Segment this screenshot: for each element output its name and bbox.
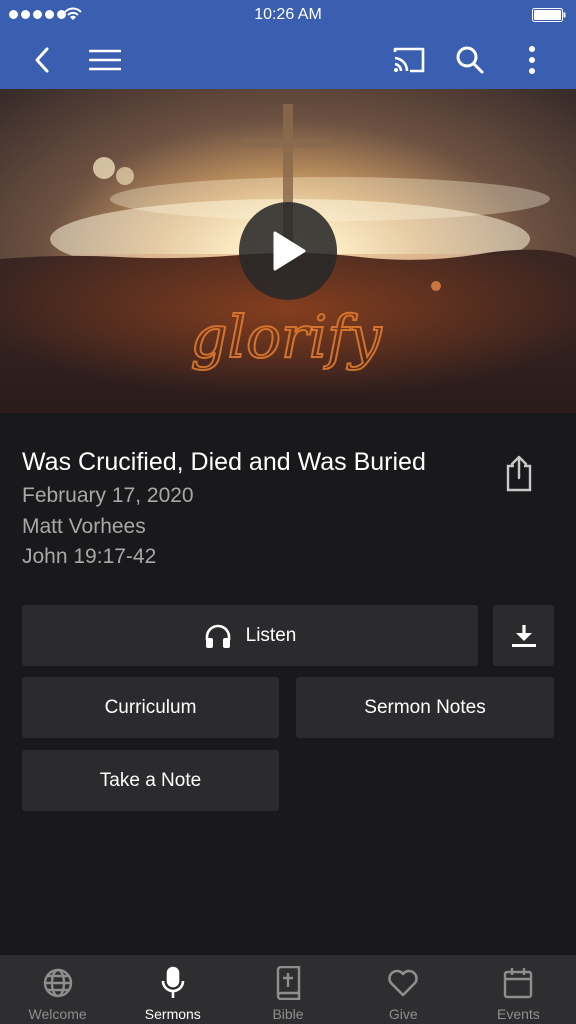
hero-script-text: glorify bbox=[190, 303, 382, 371]
tab-sermons[interactable]: Sermons bbox=[115, 955, 230, 1024]
globe-icon bbox=[42, 965, 74, 1001]
take-a-note-button[interactable]: Take a Note bbox=[22, 750, 279, 811]
menu-icon[interactable] bbox=[87, 42, 123, 78]
curriculum-button[interactable]: Curriculum bbox=[22, 677, 279, 738]
share-icon[interactable] bbox=[500, 452, 538, 494]
play-icon bbox=[273, 231, 306, 271]
status-bar: 10:26 AM bbox=[0, 0, 576, 30]
tab-label: Give bbox=[388, 1006, 418, 1022]
take-a-note-label: Take a Note bbox=[99, 769, 202, 791]
tab-bar: Welcome Sermons Bible Give Events bbox=[0, 955, 576, 1024]
listen-label: Listen bbox=[245, 624, 297, 646]
sermon-notes-label: Sermon Notes bbox=[364, 696, 486, 718]
cast-icon[interactable] bbox=[391, 42, 427, 78]
curriculum-label: Curriculum bbox=[104, 696, 197, 718]
tab-welcome[interactable]: Welcome bbox=[0, 955, 115, 1024]
sermon-scripture: John 19:17-42 bbox=[22, 545, 157, 568]
back-icon[interactable] bbox=[24, 42, 60, 78]
tab-label: Sermons bbox=[144, 1006, 201, 1022]
play-button[interactable] bbox=[239, 202, 337, 300]
microphone-icon bbox=[159, 965, 187, 1001]
download-button[interactable] bbox=[493, 605, 554, 666]
download-icon bbox=[511, 624, 536, 647]
bible-icon bbox=[274, 965, 302, 1001]
search-icon[interactable] bbox=[452, 42, 488, 78]
sermon-title: Was Crucified, Died and Was Buried bbox=[22, 448, 426, 476]
tab-label: Events bbox=[497, 1006, 540, 1022]
status-time: 10:26 AM bbox=[254, 6, 322, 23]
listen-button[interactable]: Listen bbox=[22, 605, 478, 666]
tab-give[interactable]: Give bbox=[346, 955, 461, 1024]
sermon-date: February 17, 2020 bbox=[22, 484, 194, 507]
headphones-icon bbox=[204, 623, 232, 649]
tab-bible[interactable]: Bible bbox=[230, 955, 345, 1024]
calendar-icon bbox=[503, 965, 533, 1001]
heart-icon bbox=[387, 965, 419, 1001]
more-options-icon[interactable] bbox=[514, 42, 550, 78]
tab-events[interactable]: Events bbox=[461, 955, 576, 1024]
battery-icon bbox=[532, 8, 566, 22]
tab-label: Bible bbox=[272, 1006, 304, 1022]
tab-label: Welcome bbox=[28, 1006, 87, 1022]
sermon-artwork: glorify bbox=[0, 89, 576, 413]
nav-bar bbox=[0, 30, 576, 89]
sermon-notes-button[interactable]: Sermon Notes bbox=[296, 677, 554, 738]
sermon-speaker: Matt Vorhees bbox=[22, 515, 146, 538]
